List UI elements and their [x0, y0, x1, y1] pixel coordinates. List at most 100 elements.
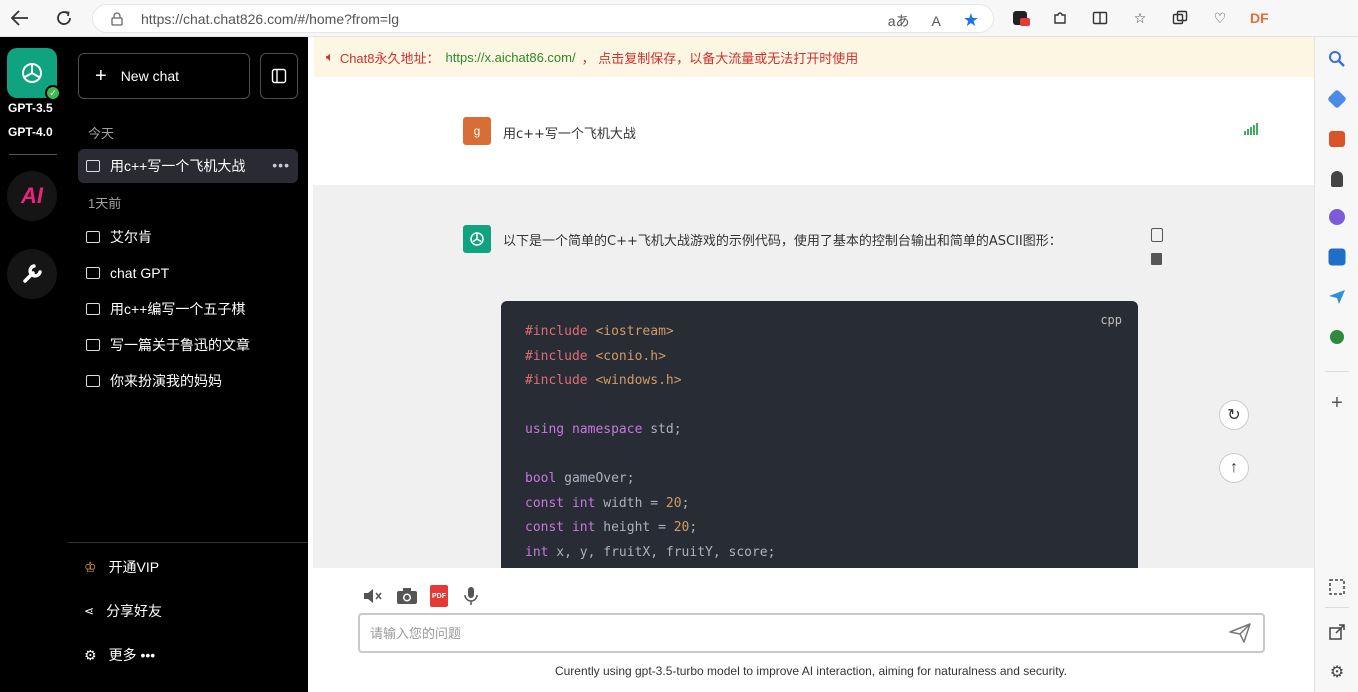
external-link-icon[interactable] [1327, 623, 1347, 643]
collections-icon[interactable] [1170, 8, 1190, 28]
code-block: cpp #include <iostream> #include <conio.… [501, 301, 1138, 568]
browser-side-bar: + ⚙ [1314, 37, 1358, 692]
code-line: bool gameOver; [525, 471, 635, 486]
chatgpt-avatar-icon [463, 225, 491, 253]
more-label: 更多 ••• [108, 647, 156, 663]
screenshot-icon[interactable] [1327, 577, 1347, 597]
trash-icon[interactable] [1151, 253, 1162, 265]
notice-link[interactable]: https://x.aichat86.com/ [446, 50, 576, 65]
sidebar-toggle-button[interactable] [260, 53, 298, 99]
new-chat-button[interactable]: + New chat [78, 53, 250, 99]
add-icon[interactable]: + [1327, 393, 1347, 413]
favorites-icon[interactable]: ☆ [1130, 8, 1150, 28]
crown-icon: ♔ [84, 558, 97, 575]
favorite-star-icon[interactable]: ★ [963, 10, 979, 31]
send-plane-icon[interactable] [1327, 287, 1347, 307]
code-language-label: cpp [1100, 313, 1122, 327]
rail-divider [9, 154, 57, 155]
chat-bubble-icon [86, 160, 100, 172]
code-line: #include <conio.h> [525, 348, 666, 364]
gear-icon: ⚙ [84, 646, 97, 663]
chat-item-label: chat GPT [110, 265, 170, 281]
pdf-extension-label[interactable]: DF [1250, 10, 1269, 26]
wrench-icon[interactable] [7, 249, 57, 299]
extensions-puzzle-icon[interactable] [1050, 8, 1070, 28]
speaker-icon: 🔈︎ [326, 49, 334, 64]
chat-bubble-icon [86, 375, 100, 387]
chat-bubble-icon [86, 231, 100, 243]
user-message-row: g 用c++写一个飞机大战 [308, 113, 1314, 149]
bot-message-row: 以下是一个简单的C++飞机大战游戏的示例代码，使用了基本的控制台输出和简单的AS… [313, 185, 1314, 568]
code-line: #include <windows.h> [525, 373, 682, 388]
chat-item[interactable]: 用c++编写一个五子棋 [78, 292, 298, 326]
url-text[interactable]: https://chat.chat826.com/#/home?from=lg [141, 11, 399, 27]
code-line: const int width = 20; [525, 495, 690, 511]
ai-app-icon[interactable]: AI [7, 171, 57, 221]
message-input[interactable] [370, 615, 1220, 651]
read-aloud-icon[interactable]: aあ [888, 11, 910, 31]
notice-suffix[interactable]: ， 点击复制保存，以备大流量或无法打开时使用 [582, 48, 859, 67]
model-rail: ✓ GPT-3.5 GPT-4.0 AI [0, 37, 68, 692]
tree-icon[interactable] [1327, 329, 1347, 349]
message-input-wrapper [358, 613, 1265, 653]
more-button[interactable]: ⚙ 更多 ••• [84, 645, 155, 665]
model-info-note: Curently using gpt-3.5-turbo model to im… [554, 664, 1068, 678]
settings-gear-icon[interactable]: ⚙ [1327, 663, 1347, 683]
mute-icon[interactable] [362, 585, 384, 607]
address-bar[interactable]: https://chat.chat826.com/#/home?from=lg … [92, 4, 994, 33]
user-message-text: 用c++写一个飞机大战 [503, 127, 636, 142]
vip-button[interactable]: ♔ 开通VIP [84, 557, 159, 577]
camera-icon[interactable] [396, 585, 418, 607]
chat-item-label: 你来扮演我的妈妈 [110, 373, 222, 389]
bot-message-text: 以下是一个简单的C++飞机大战游戏的示例代码，使用了基本的控制台输出和简单的AS… [503, 234, 1062, 249]
model-gpt40[interactable]: GPT-4.0 [8, 125, 53, 139]
vip-label: 开通VIP [108, 559, 160, 575]
microsoft365-icon[interactable] [1327, 207, 1347, 227]
model-gpt35[interactable]: GPT-3.5 [8, 101, 53, 115]
browser-toolbar: https://chat.chat826.com/#/home?from=lg … [0, 0, 1358, 37]
sidebar-panel-icon [271, 68, 287, 84]
share-label: 分享好友 [106, 603, 163, 619]
outlook-icon[interactable] [1328, 248, 1346, 266]
chat-item[interactable]: chat GPT [78, 256, 298, 290]
chat-item-label: 用c++写一个飞机大战 [110, 158, 246, 174]
plus-icon: + [95, 64, 107, 87]
chat-bubble-icon [86, 339, 100, 351]
toolbox-icon[interactable] [1329, 131, 1345, 147]
copy-icon[interactable] [1151, 228, 1163, 242]
new-chat-label: New chat [120, 68, 180, 84]
back-icon[interactable] [6, 4, 34, 32]
user-avatar: g [463, 117, 491, 145]
edge-divider [1325, 371, 1349, 372]
chat-main: 🔈︎ Chat8永久地址： https://x.aichat86.com/ ， … [308, 37, 1314, 692]
pdf-icon[interactable]: PDF [430, 585, 448, 607]
edge-divider [1325, 607, 1349, 608]
signal-icon [1244, 123, 1258, 135]
regenerate-icon[interactable]: ↻ [1219, 400, 1249, 430]
text-size-icon[interactable]: A [932, 13, 941, 29]
send-icon[interactable] [1229, 623, 1251, 643]
scroll-top-icon[interactable]: ↑ [1219, 453, 1249, 483]
heart-icon[interactable]: ♡ [1210, 8, 1230, 28]
chat-item-active[interactable]: 用c++写一个飞机大战 ••• [78, 149, 298, 183]
extension-badge-icon[interactable] [1010, 8, 1030, 28]
tag-icon[interactable] [1327, 89, 1347, 109]
chat-item[interactable]: 艾尔肯 [78, 220, 298, 254]
chat-item[interactable]: 你来扮演我的妈妈 [78, 364, 298, 398]
refresh-icon[interactable] [50, 4, 78, 32]
chess-icon[interactable] [1327, 169, 1347, 189]
share-icon: ⋖ [84, 604, 95, 618]
share-button[interactable]: ⋖ 分享好友 [84, 601, 162, 621]
notice-prefix: Chat8永久地址： [339, 50, 440, 66]
split-screen-icon[interactable] [1090, 8, 1110, 28]
chat-item[interactable]: 写一篇关于鲁迅的文章 [78, 328, 298, 362]
chat-sidebar: + New chat 今天 用c++写一个飞机大战 ••• 1天前 艾尔肯 ch… [68, 37, 308, 692]
notice-banner: 🔈︎ Chat8永久地址： https://x.aichat86.com/ ， … [314, 37, 1314, 77]
microphone-icon[interactable] [460, 585, 482, 607]
code-line: using namespace std; [525, 422, 682, 437]
more-options-icon[interactable]: ••• [272, 157, 290, 173]
code-line: int x, y, fruitX, fruitY, score; [525, 544, 776, 560]
group-label-yesterday: 1天前 [88, 196, 122, 211]
search-icon[interactable] [1327, 49, 1347, 69]
